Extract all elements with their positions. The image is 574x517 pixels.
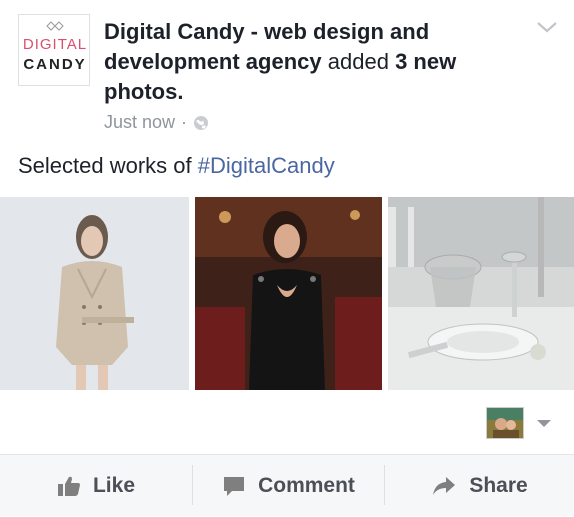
action-bar: Like Comment Share [0, 454, 574, 516]
post-caption: Selected works of #DigitalCandy [18, 153, 335, 179]
logo-text-top: DIGITAL [22, 36, 88, 53]
post-header: DIGITAL CANDY Digital Candy - web design… [0, 0, 574, 150]
comment-label: Comment [258, 474, 355, 497]
post-meta: Just now · [104, 112, 209, 133]
timestamp-link[interactable]: Just now [104, 112, 175, 133]
photo-grid [0, 197, 574, 390]
comment-button[interactable]: Comment [193, 455, 384, 517]
thumbs-up-icon [57, 476, 80, 496]
hashtag-link[interactable]: #DigitalCandy [198, 153, 335, 178]
post-headline: Digital Candy - web design and developme… [104, 17, 534, 107]
photo-woman-in-trench-coat[interactable] [0, 197, 189, 390]
photo-woman-in-black-dress[interactable] [195, 197, 382, 390]
share-button[interactable]: Share [385, 455, 574, 517]
logo-text-bottom: CANDY [23, 56, 87, 73]
share-arrow-icon [433, 477, 456, 495]
globe-icon[interactable] [193, 115, 209, 131]
post-options-chevron-icon[interactable] [536, 20, 558, 34]
caption-text: Selected works of [18, 153, 198, 178]
action-text: added [327, 49, 389, 74]
speech-bubble-icon [224, 477, 245, 496]
photo-table-setting[interactable] [388, 197, 574, 390]
share-as-avatar[interactable] [486, 407, 524, 439]
like-button[interactable]: Like [0, 455, 192, 517]
meta-separator: · [181, 112, 188, 132]
logo-ornament-icon [46, 21, 64, 31]
like-label: Like [92, 474, 136, 497]
page-avatar[interactable]: DIGITAL CANDY [18, 14, 90, 86]
share-label: Share [469, 474, 528, 497]
share-as-dropdown-icon[interactable] [535, 418, 553, 428]
